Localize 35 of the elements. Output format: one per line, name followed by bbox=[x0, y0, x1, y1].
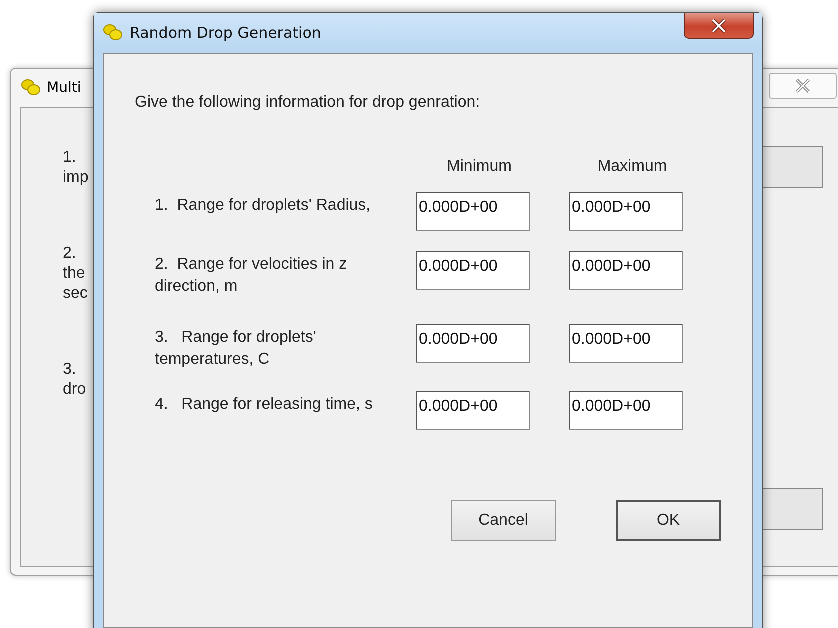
maximum-field[interactable]: 0.000D+00 bbox=[569, 324, 683, 363]
field-label: 4. Range for releasing time, s bbox=[155, 395, 373, 415]
close-button[interactable] bbox=[684, 13, 754, 39]
window-title: Random Drop Generation bbox=[130, 24, 322, 42]
instruction-text: imp bbox=[63, 168, 89, 188]
field-label: temperatures, C bbox=[155, 350, 270, 370]
field-label: direction, m bbox=[155, 277, 238, 297]
close-icon bbox=[711, 18, 727, 32]
instruction-text: 2. bbox=[63, 244, 76, 264]
column-heading: Minimum bbox=[446, 158, 513, 176]
instruction-text: 1. bbox=[63, 148, 76, 168]
side-button[interactable] bbox=[761, 488, 823, 530]
minimum-field[interactable]: 0.000D+00 bbox=[416, 251, 530, 290]
dialog-button[interactable]: Cancel bbox=[451, 500, 556, 541]
column-heading: Maximum bbox=[596, 158, 668, 176]
minimum-field[interactable]: 0.000D+00 bbox=[416, 192, 530, 231]
close-icon bbox=[795, 79, 811, 93]
maximum-field[interactable]: 0.000D+00 bbox=[569, 391, 683, 430]
minimum-field[interactable]: 0.000D+00 bbox=[416, 324, 530, 363]
instruction-text: dro bbox=[63, 380, 86, 400]
field-label: 1. Range for droplets' Radius, bbox=[155, 196, 371, 216]
field-label: 2. Range for velocities in z bbox=[155, 255, 348, 275]
coins-icon bbox=[21, 79, 41, 97]
instruction-text: the bbox=[63, 264, 86, 284]
dialog-button[interactable]: OK bbox=[616, 500, 721, 541]
field-label: 3. Range for droplets' bbox=[155, 328, 316, 348]
instruction-text: sec bbox=[63, 284, 88, 304]
side-button[interactable] bbox=[761, 146, 823, 188]
maximum-field[interactable]: 0.000D+00 bbox=[569, 192, 683, 231]
maximum-field[interactable]: 0.000D+00 bbox=[569, 251, 683, 290]
window-title: Multi bbox=[47, 80, 82, 96]
prompt-text: Give the following information for drop genration: bbox=[135, 94, 482, 112]
coins-icon bbox=[103, 24, 123, 42]
instruction-text: 3. bbox=[63, 360, 76, 380]
minimum-field[interactable]: 0.000D+00 bbox=[416, 391, 530, 430]
